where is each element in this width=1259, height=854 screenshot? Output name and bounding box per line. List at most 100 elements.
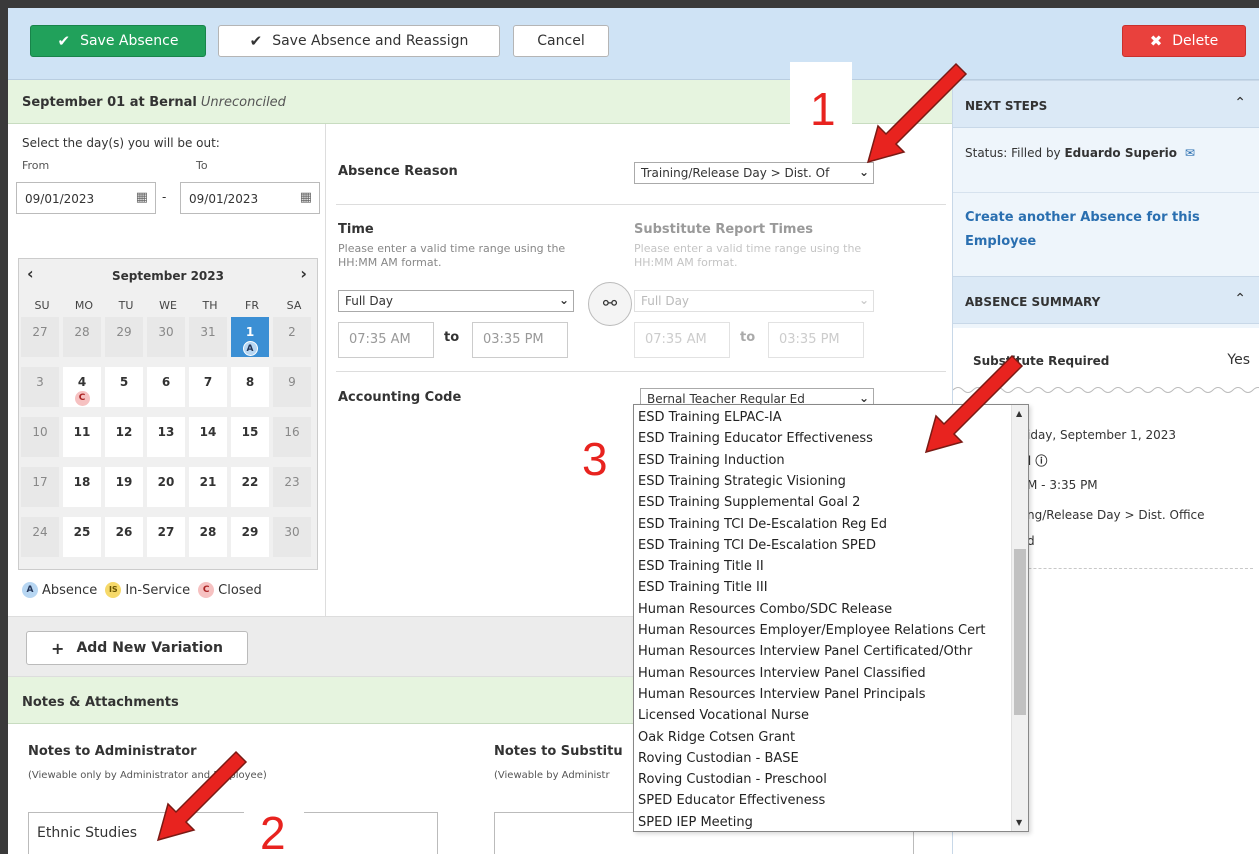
info-icon[interactable]: ⓘ <box>1035 454 1047 468</box>
link-times-icon[interactable]: ⚯ <box>588 282 632 326</box>
accounting-code-dropdown[interactable]: ESD Training ELPAC-IA ESD Training Educat… <box>633 404 1029 832</box>
calendar-day[interactable]: 27 <box>21 317 59 357</box>
dropdown-option[interactable]: Human Resources Interview Panel Certific… <box>638 641 972 662</box>
to-date-input[interactable]: 09/01/2023 ▦ <box>180 182 320 214</box>
chevron-up-icon[interactable]: ⌃ <box>1234 95 1246 111</box>
calendar-day[interactable]: 29 <box>231 517 269 557</box>
absence-summary-header[interactable]: ABSENCE SUMMARY ⌃ <box>953 276 1259 324</box>
calendar-day[interactable]: 23 <box>273 467 311 507</box>
dropdown-option[interactable]: Licensed Vocational Nurse <box>638 705 809 726</box>
dropdown-option[interactable]: ESD Training Induction <box>638 450 785 471</box>
dropdown-option[interactable]: Oak Ridge Cotsen Grant <box>638 727 795 748</box>
substitute-time-select[interactable]: Full Day ⌄ <box>634 290 874 312</box>
calendar-day[interactable]: 6 <box>147 367 185 407</box>
calendar-day[interactable]: 19 <box>105 467 143 507</box>
absence-reason-select[interactable]: Training/Release Day > Dist. Of ⌄ <box>634 162 874 184</box>
scrollbar-thumb[interactable] <box>1014 549 1026 715</box>
annotation-number-1: 1 <box>790 62 852 146</box>
calendar-day-number: 21 <box>199 475 217 489</box>
calendar-day[interactable]: 22 <box>231 467 269 507</box>
dropdown-option[interactable]: Human Resources Employer/Employee Relati… <box>638 620 986 641</box>
calendar-day[interactable]: 21 <box>189 467 227 507</box>
dropdown-option[interactable]: ESD Training Educator Effectiveness <box>638 428 873 449</box>
notes-admin-title: Notes to Administrator <box>28 744 197 759</box>
dropdown-option[interactable]: SPED Educator Effectiveness <box>638 790 825 811</box>
calendar-day[interactable]: 31 <box>189 317 227 357</box>
calendar-day[interactable]: 11 <box>63 417 101 457</box>
scroll-up-icon[interactable]: ▲ <box>1016 409 1022 418</box>
calendar-day[interactable]: 16 <box>273 417 311 457</box>
summary-day-type: l ⓘ <box>1027 452 1047 469</box>
dropdown-option[interactable]: Roving Custodian - Preschool <box>638 769 827 790</box>
substitute-required-label: Substitute Required <box>973 354 1110 368</box>
calendar-day[interactable]: 24 <box>21 517 59 557</box>
dropdown-option[interactable]: ESD Training Title II <box>638 556 764 577</box>
chevron-right-icon[interactable]: › <box>300 264 307 283</box>
calendar-day[interactable]: 17 <box>21 467 59 507</box>
action-toolbar: ✔ Save Absence ✔ Save Absence and Reassi… <box>8 8 1259 80</box>
calendar-day[interactable]: 28 <box>189 517 227 557</box>
substitute-end-time-input[interactable]: 03:35 PM <box>768 322 864 358</box>
create-another-absence-link[interactable]: Create another Absence for this Employee <box>965 206 1245 254</box>
calendar-day[interactable]: 28 <box>63 317 101 357</box>
calendar-day[interactable]: 13 <box>147 417 185 457</box>
time-select[interactable]: Full Day ⌄ <box>338 290 574 312</box>
calendar-day[interactable]: 10 <box>21 417 59 457</box>
start-time-input[interactable]: 07:35 AM <box>338 322 434 358</box>
from-date-input[interactable]: 09/01/2023 ▦ <box>16 182 156 214</box>
calendar-day[interactable]: 3 <box>21 367 59 407</box>
scroll-down-icon[interactable]: ▼ <box>1016 818 1022 827</box>
dropdown-option[interactable]: Human Resources Interview Panel Classifi… <box>638 663 926 684</box>
dropdown-option[interactable]: ESD Training Title III <box>638 577 768 598</box>
calendar-day[interactable]: 30 <box>273 517 311 557</box>
notes-admin-textarea[interactable]: Ethnic Studies <box>28 812 438 854</box>
calendar-day[interactable]: 5 <box>105 367 143 407</box>
calendar-icon[interactable]: ▦ <box>136 190 148 205</box>
substitute-start-time-input[interactable]: 07:35 AM <box>634 322 730 358</box>
calendar-day[interactable]: 8 <box>231 367 269 407</box>
app-frame: ✔ Save Absence ✔ Save Absence and Reassi… <box>0 0 1259 854</box>
dropdown-option[interactable]: Roving Custodian - BASE <box>638 748 799 769</box>
save-absence-button[interactable]: ✔ Save Absence <box>30 25 206 57</box>
save-and-reassign-button[interactable]: ✔ Save Absence and Reassign <box>218 25 500 57</box>
dropdown-scrollbar[interactable]: ▲ ▼ <box>1011 405 1028 831</box>
next-steps-header[interactable]: NEXT STEPS ⌃ <box>953 80 1259 128</box>
divider <box>953 192 1259 193</box>
calendar-day[interactable]: 27 <box>147 517 185 557</box>
calendar-day[interactable]: 29 <box>105 317 143 357</box>
calendar-day[interactable]: 25 <box>63 517 101 557</box>
envelope-icon[interactable]: ✉ <box>1185 146 1195 160</box>
calendar-day-number: 24 <box>32 525 48 539</box>
dropdown-option[interactable]: ESD Training Strategic Visioning <box>638 471 846 492</box>
dropdown-option[interactable]: ESD Training TCI De-Escalation Reg Ed <box>638 514 887 535</box>
end-time-input[interactable]: 03:35 PM <box>472 322 568 358</box>
calendar-day[interactable]: 1A <box>231 317 269 357</box>
calendar-day-number: 8 <box>245 375 255 389</box>
chevron-up-icon[interactable]: ⌃ <box>1234 291 1246 307</box>
start-time-value: 07:35 AM <box>349 332 411 347</box>
calendar-day[interactable]: 15 <box>231 417 269 457</box>
absence-badge-icon: A <box>22 582 38 598</box>
dropdown-option[interactable]: ESD Training TCI De-Escalation SPED <box>638 535 876 556</box>
calendar-day[interactable]: 14 <box>189 417 227 457</box>
calendar-day[interactable]: 30 <box>147 317 185 357</box>
delete-button[interactable]: ✖ Delete <box>1122 25 1246 57</box>
substitute-required-value: Yes <box>1227 352 1250 368</box>
dropdown-option[interactable]: ESD Training Supplemental Goal 2 <box>638 492 860 513</box>
calendar-day[interactable]: 18 <box>63 467 101 507</box>
calendar-day[interactable]: 9 <box>273 367 311 407</box>
calendar-icon[interactable]: ▦ <box>300 190 312 205</box>
annotation-number-2: 2 <box>244 802 304 854</box>
calendar-day[interactable]: 7 <box>189 367 227 407</box>
dropdown-option[interactable]: ESD Training ELPAC-IA <box>638 407 782 428</box>
dropdown-option[interactable]: Human Resources Interview Panel Principa… <box>638 684 926 705</box>
cancel-button[interactable]: Cancel <box>513 25 609 57</box>
add-new-variation-button[interactable]: + Add New Variation <box>26 631 248 665</box>
calendar-day[interactable]: 20 <box>147 467 185 507</box>
calendar-day[interactable]: 26 <box>105 517 143 557</box>
calendar-day[interactable]: 4C <box>63 367 101 407</box>
dropdown-option[interactable]: SPED IEP Meeting <box>638 812 753 831</box>
calendar-day[interactable]: 12 <box>105 417 143 457</box>
dropdown-option[interactable]: Human Resources Combo/SDC Release <box>638 599 892 620</box>
calendar-day[interactable]: 2 <box>273 317 311 357</box>
